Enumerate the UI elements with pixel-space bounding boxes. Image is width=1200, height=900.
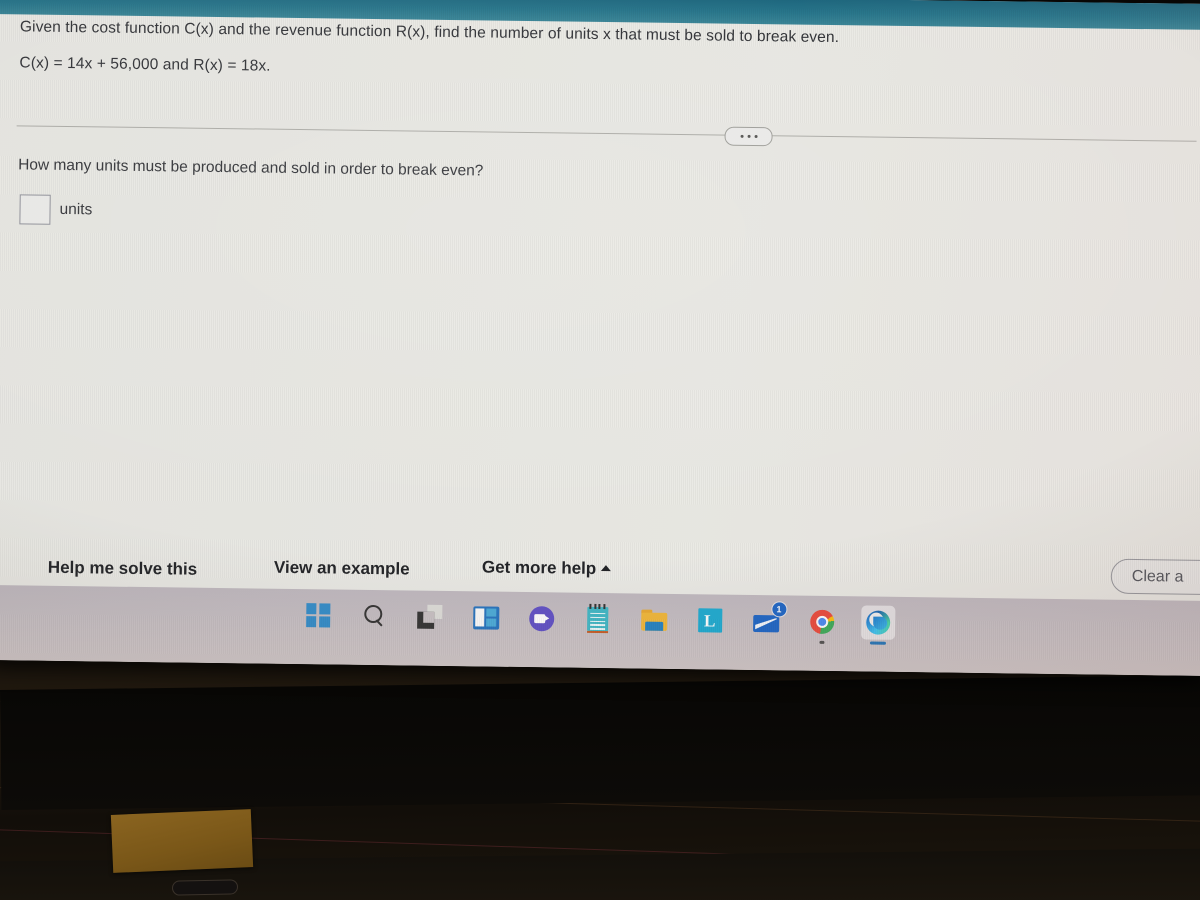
answer-row: units bbox=[19, 194, 92, 225]
chrome-icon bbox=[809, 609, 834, 635]
task-view-icon bbox=[417, 604, 443, 629]
question-text: How many units must be produced and sold… bbox=[18, 156, 484, 180]
taskbar-teams-button[interactable] bbox=[525, 601, 559, 635]
widgets-icon bbox=[472, 605, 499, 630]
taskbar-task-view-button[interactable] bbox=[413, 600, 447, 634]
taskbar-file-explorer-button[interactable] bbox=[637, 602, 671, 636]
laptop-screen: Given the cost function C(x) and the rev… bbox=[0, 0, 1200, 676]
laptop-base bbox=[0, 675, 1200, 810]
folder-icon bbox=[640, 609, 667, 631]
ellipsis-dot bbox=[740, 134, 744, 138]
edge-icon bbox=[865, 610, 890, 635]
mail-unread-badge: 1 bbox=[770, 601, 787, 618]
taskbar-chrome-button[interactable] bbox=[805, 605, 839, 644]
view-an-example-button[interactable]: View an example bbox=[274, 558, 410, 580]
windows-taskbar: L 1 bbox=[0, 585, 1200, 676]
get-more-help-button[interactable]: Get more help bbox=[482, 557, 612, 579]
divider-line bbox=[16, 125, 1197, 142]
more-options-ellipsis-button[interactable] bbox=[724, 126, 773, 147]
windows-logo-icon bbox=[305, 603, 330, 628]
active-window-indicator bbox=[869, 641, 886, 645]
taskbar-search-button[interactable] bbox=[357, 599, 391, 633]
problem-statement-line-1: Given the cost function C(x) and the rev… bbox=[19, 18, 840, 47]
help-me-solve-this-button[interactable]: Help me solve this bbox=[48, 558, 198, 580]
taskbar-start-button[interactable] bbox=[301, 598, 335, 632]
running-indicator bbox=[818, 640, 824, 644]
laptop-hinge-pill bbox=[171, 879, 239, 896]
ellipsis-dot bbox=[747, 134, 751, 138]
taskbar-notepad-button[interactable] bbox=[581, 602, 615, 636]
paper-card bbox=[110, 809, 254, 873]
exercise-content: Given the cost function C(x) and the rev… bbox=[0, 14, 1200, 610]
answer-input[interactable] bbox=[19, 194, 51, 225]
teams-icon bbox=[529, 605, 555, 631]
taskbar-widgets-button[interactable] bbox=[469, 600, 503, 634]
taskbar-lockdown-browser-button[interactable]: L bbox=[693, 603, 727, 637]
answer-unit-label: units bbox=[59, 200, 93, 219]
letter-l-glyph: L bbox=[703, 610, 716, 631]
letter-l-icon: L bbox=[697, 608, 722, 633]
notepad-icon bbox=[587, 603, 609, 634]
laptop-photo: Given the cost function C(x) and the rev… bbox=[0, 0, 1200, 900]
chevron-up-icon bbox=[601, 565, 612, 572]
taskbar-mail-button[interactable]: 1 bbox=[749, 601, 787, 638]
problem-statement-line-2: C(x) = 14x + 56,000 and R(x) = 18x. bbox=[19, 54, 271, 75]
search-icon bbox=[362, 604, 386, 628]
section-divider bbox=[16, 115, 1197, 152]
taskbar-edge-button[interactable] bbox=[860, 605, 895, 645]
clear-all-button[interactable]: Clear a bbox=[1110, 558, 1200, 596]
ellipsis-dot bbox=[754, 134, 758, 139]
get-more-help-label: Get more help bbox=[481, 557, 597, 578]
